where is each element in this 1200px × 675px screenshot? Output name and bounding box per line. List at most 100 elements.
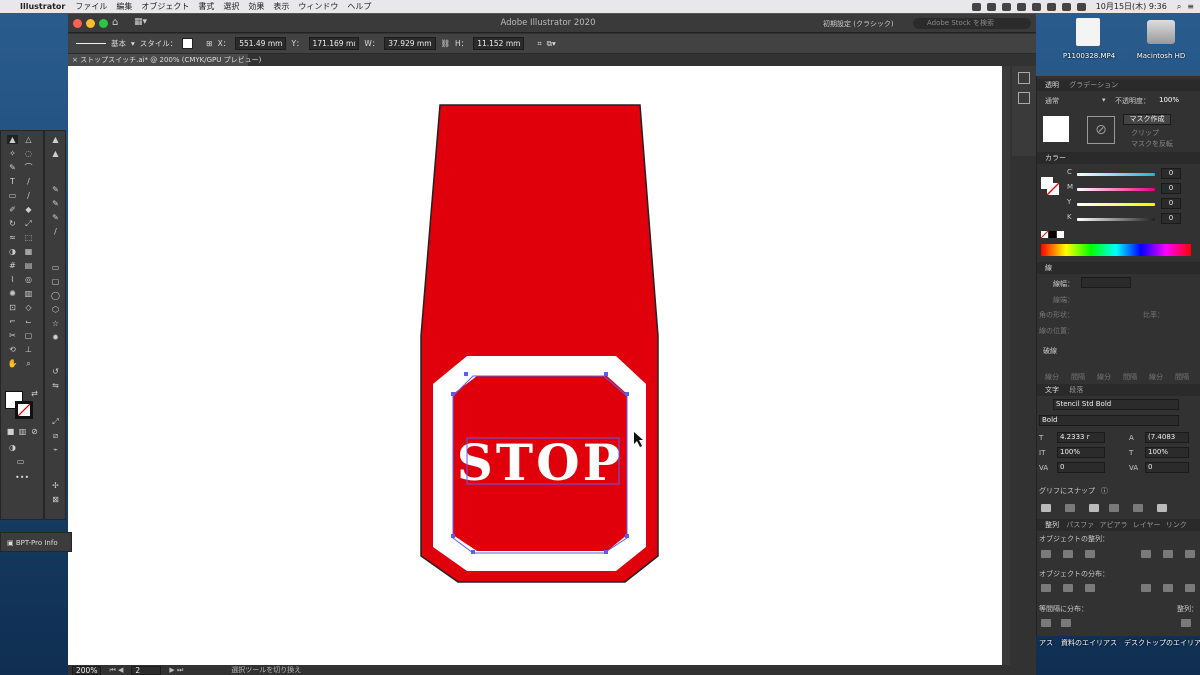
horizontal-spacing-icon[interactable]	[1061, 619, 1071, 627]
distribute-top-icon[interactable]	[1041, 584, 1051, 592]
bluetooth-icon[interactable]	[1046, 2, 1056, 11]
ellipse-icon[interactable]: ◯	[50, 291, 61, 300]
info-icon[interactable]: ⓘ	[1101, 486, 1108, 496]
stroke-preview[interactable]	[76, 43, 106, 44]
opacity-field[interactable]: 100%	[1159, 96, 1179, 104]
align-vcenter-icon[interactable]	[1163, 550, 1173, 558]
reshape-icon[interactable]: ⌁	[50, 445, 61, 454]
font-size-field[interactable]: 4.2333 r	[1057, 432, 1105, 443]
tab-appearance[interactable]: アピアラ	[1099, 521, 1127, 529]
menu-window[interactable]: ウィンドウ	[298, 1, 338, 12]
shape-builder-tool-icon[interactable]: ◑	[7, 247, 18, 256]
font-style-select[interactable]: Bold	[1039, 415, 1179, 426]
vertical-spacing-icon[interactable]	[1041, 619, 1051, 627]
volume-icon[interactable]	[1076, 2, 1086, 11]
style-swatch[interactable]	[182, 38, 194, 49]
distribute-hcenter-icon[interactable]	[1163, 584, 1173, 592]
gradient-mode-icon[interactable]: ▥	[17, 427, 28, 436]
tab-gradient[interactable]: グラデーション	[1069, 81, 1118, 89]
pencil-icon[interactable]: ✎	[50, 185, 61, 194]
eraser-tool-icon[interactable]: ◆	[23, 205, 34, 214]
arrange-icon[interactable]: ⧉▾	[547, 39, 556, 49]
artwork[interactable]: STOP	[68, 66, 1002, 665]
brush-icon[interactable]: ✎	[50, 199, 61, 208]
status-tool-hint[interactable]: 選択ツールを切り換え	[231, 665, 301, 675]
tracking-field[interactable]: 0	[1145, 462, 1189, 473]
vertical-scrollbar[interactable]	[1002, 66, 1010, 665]
blend-mode-select[interactable]: 通常	[1045, 96, 1059, 106]
menu-edit[interactable]: 編集	[116, 1, 132, 12]
free-distort-icon[interactable]: ⊠	[50, 495, 61, 504]
make-mask-button[interactable]: マスク作成	[1123, 114, 1171, 125]
channel-k-field[interactable]: 0	[1161, 213, 1181, 224]
slice-tool-icon[interactable]: ◇	[23, 303, 34, 312]
menu-type[interactable]: 書式	[198, 1, 214, 12]
color-stroke-swatch[interactable]	[1047, 183, 1059, 195]
menu-app-name[interactable]: Illustrator	[20, 2, 65, 11]
stroke-profile[interactable]: 基本	[111, 38, 126, 49]
channel-m-field[interactable]: 0	[1161, 183, 1181, 194]
symbol-sprayer-tool-icon[interactable]: ✺	[7, 289, 18, 298]
rectangle-tool-icon[interactable]: ▭	[7, 191, 18, 200]
dropbox-icon[interactable]	[986, 2, 996, 11]
scissors-tool-icon[interactable]: ✂	[7, 331, 18, 340]
font-family-select[interactable]: Stencil Std Bold	[1053, 399, 1179, 410]
perspective-grid-tool-icon[interactable]: ▦	[23, 247, 34, 256]
reflect-icon[interactable]: ⇋	[50, 381, 61, 390]
artboard-field[interactable]: 2	[131, 665, 162, 675]
tab-character[interactable]: 文字	[1045, 386, 1059, 394]
channel-m-slider[interactable]	[1077, 188, 1155, 191]
workspace-switcher[interactable]: 初期設定 (クラシック)	[823, 19, 894, 29]
creative-cloud-icon[interactable]	[1001, 2, 1011, 11]
print-tiling-tool-icon[interactable]: ▢	[23, 331, 34, 340]
mask-thumbnail[interactable]: ⊘	[1087, 116, 1115, 144]
menu-effect[interactable]: 効果	[248, 1, 264, 12]
link-icon[interactable]: ⛓	[441, 39, 451, 48]
line-segment-icon[interactable]: /	[50, 227, 61, 236]
undo-rotate-icon[interactable]: ↺	[50, 367, 61, 376]
artboard-tool-icon[interactable]: ⊡	[7, 303, 18, 312]
clip-checkbox[interactable]: クリップ	[1131, 128, 1159, 138]
color-mode-icon[interactable]: ■	[5, 427, 16, 436]
control-center-icon[interactable]: ≡	[1187, 2, 1194, 11]
menu-object[interactable]: オブジェクト	[141, 1, 189, 12]
menu-select[interactable]: 選択	[223, 1, 239, 12]
workspace-layout-icon[interactable]: ▦▾	[134, 17, 147, 27]
direct-selection-tool-icon[interactable]: △	[23, 135, 34, 144]
rounded-rect-icon[interactable]: ▢	[50, 277, 61, 286]
horizontal-scale-field[interactable]: 100%	[1145, 447, 1189, 458]
y-field[interactable]: 171.169 mı	[308, 37, 360, 50]
isolate-icon[interactable]: ⌗	[537, 39, 541, 49]
mesh-tool-icon[interactable]: #	[7, 261, 18, 270]
distribute-bottom-icon[interactable]	[1085, 584, 1095, 592]
distribute-left-icon[interactable]	[1141, 584, 1151, 592]
blend-tool-icon[interactable]: ◎	[23, 275, 34, 284]
stock-search-input[interactable]: Adobe Stock を検索	[913, 18, 1031, 29]
align-bottom-icon[interactable]	[1185, 550, 1195, 558]
alias-label-2[interactable]: デスクトップのエイリアス	[1124, 638, 1200, 648]
edit-toolbar-icon[interactable]: •••	[15, 473, 29, 482]
gradient-tool-icon[interactable]: ▤	[23, 261, 34, 270]
transform-icon[interactable]: ⊞	[206, 39, 212, 48]
blob-brush-icon[interactable]: ✎	[50, 213, 61, 222]
eyedropper-tool-icon[interactable]: ⌇	[7, 275, 18, 284]
artboard-canvas[interactable]: STOP	[68, 66, 1002, 665]
paintbrush-tool-icon[interactable]: ∕	[23, 191, 34, 200]
alias-label-3[interactable]: アス	[1036, 638, 1056, 648]
align-right-icon[interactable]	[1085, 550, 1095, 558]
type-tool-icon[interactable]: T	[7, 177, 18, 186]
black-swatch[interactable]	[1049, 231, 1056, 238]
x-field[interactable]: 551.49 mm	[235, 37, 287, 50]
spotlight-icon[interactable]: ⌕	[1177, 2, 1181, 12]
puppet-warp-icon[interactable]: ✢	[50, 481, 61, 490]
alias-label-1[interactable]: 資料のエイリアス	[1058, 638, 1120, 648]
hard-drive-label[interactable]: Macintosh HD	[1130, 52, 1192, 60]
measure-tool-icon[interactable]: ⊥	[23, 345, 34, 354]
draw-mode-icon[interactable]: ◑	[7, 443, 18, 452]
airplay-icon[interactable]	[1031, 2, 1041, 11]
proximity-guides-icon[interactable]	[1109, 504, 1119, 512]
angular-guides-icon[interactable]	[1133, 504, 1143, 512]
group-select-icon[interactable]: ▲	[50, 149, 61, 158]
first-artboard-icon[interactable]: ⏮ ◀	[109, 666, 123, 675]
zoom-field[interactable]: 200%	[72, 665, 102, 675]
